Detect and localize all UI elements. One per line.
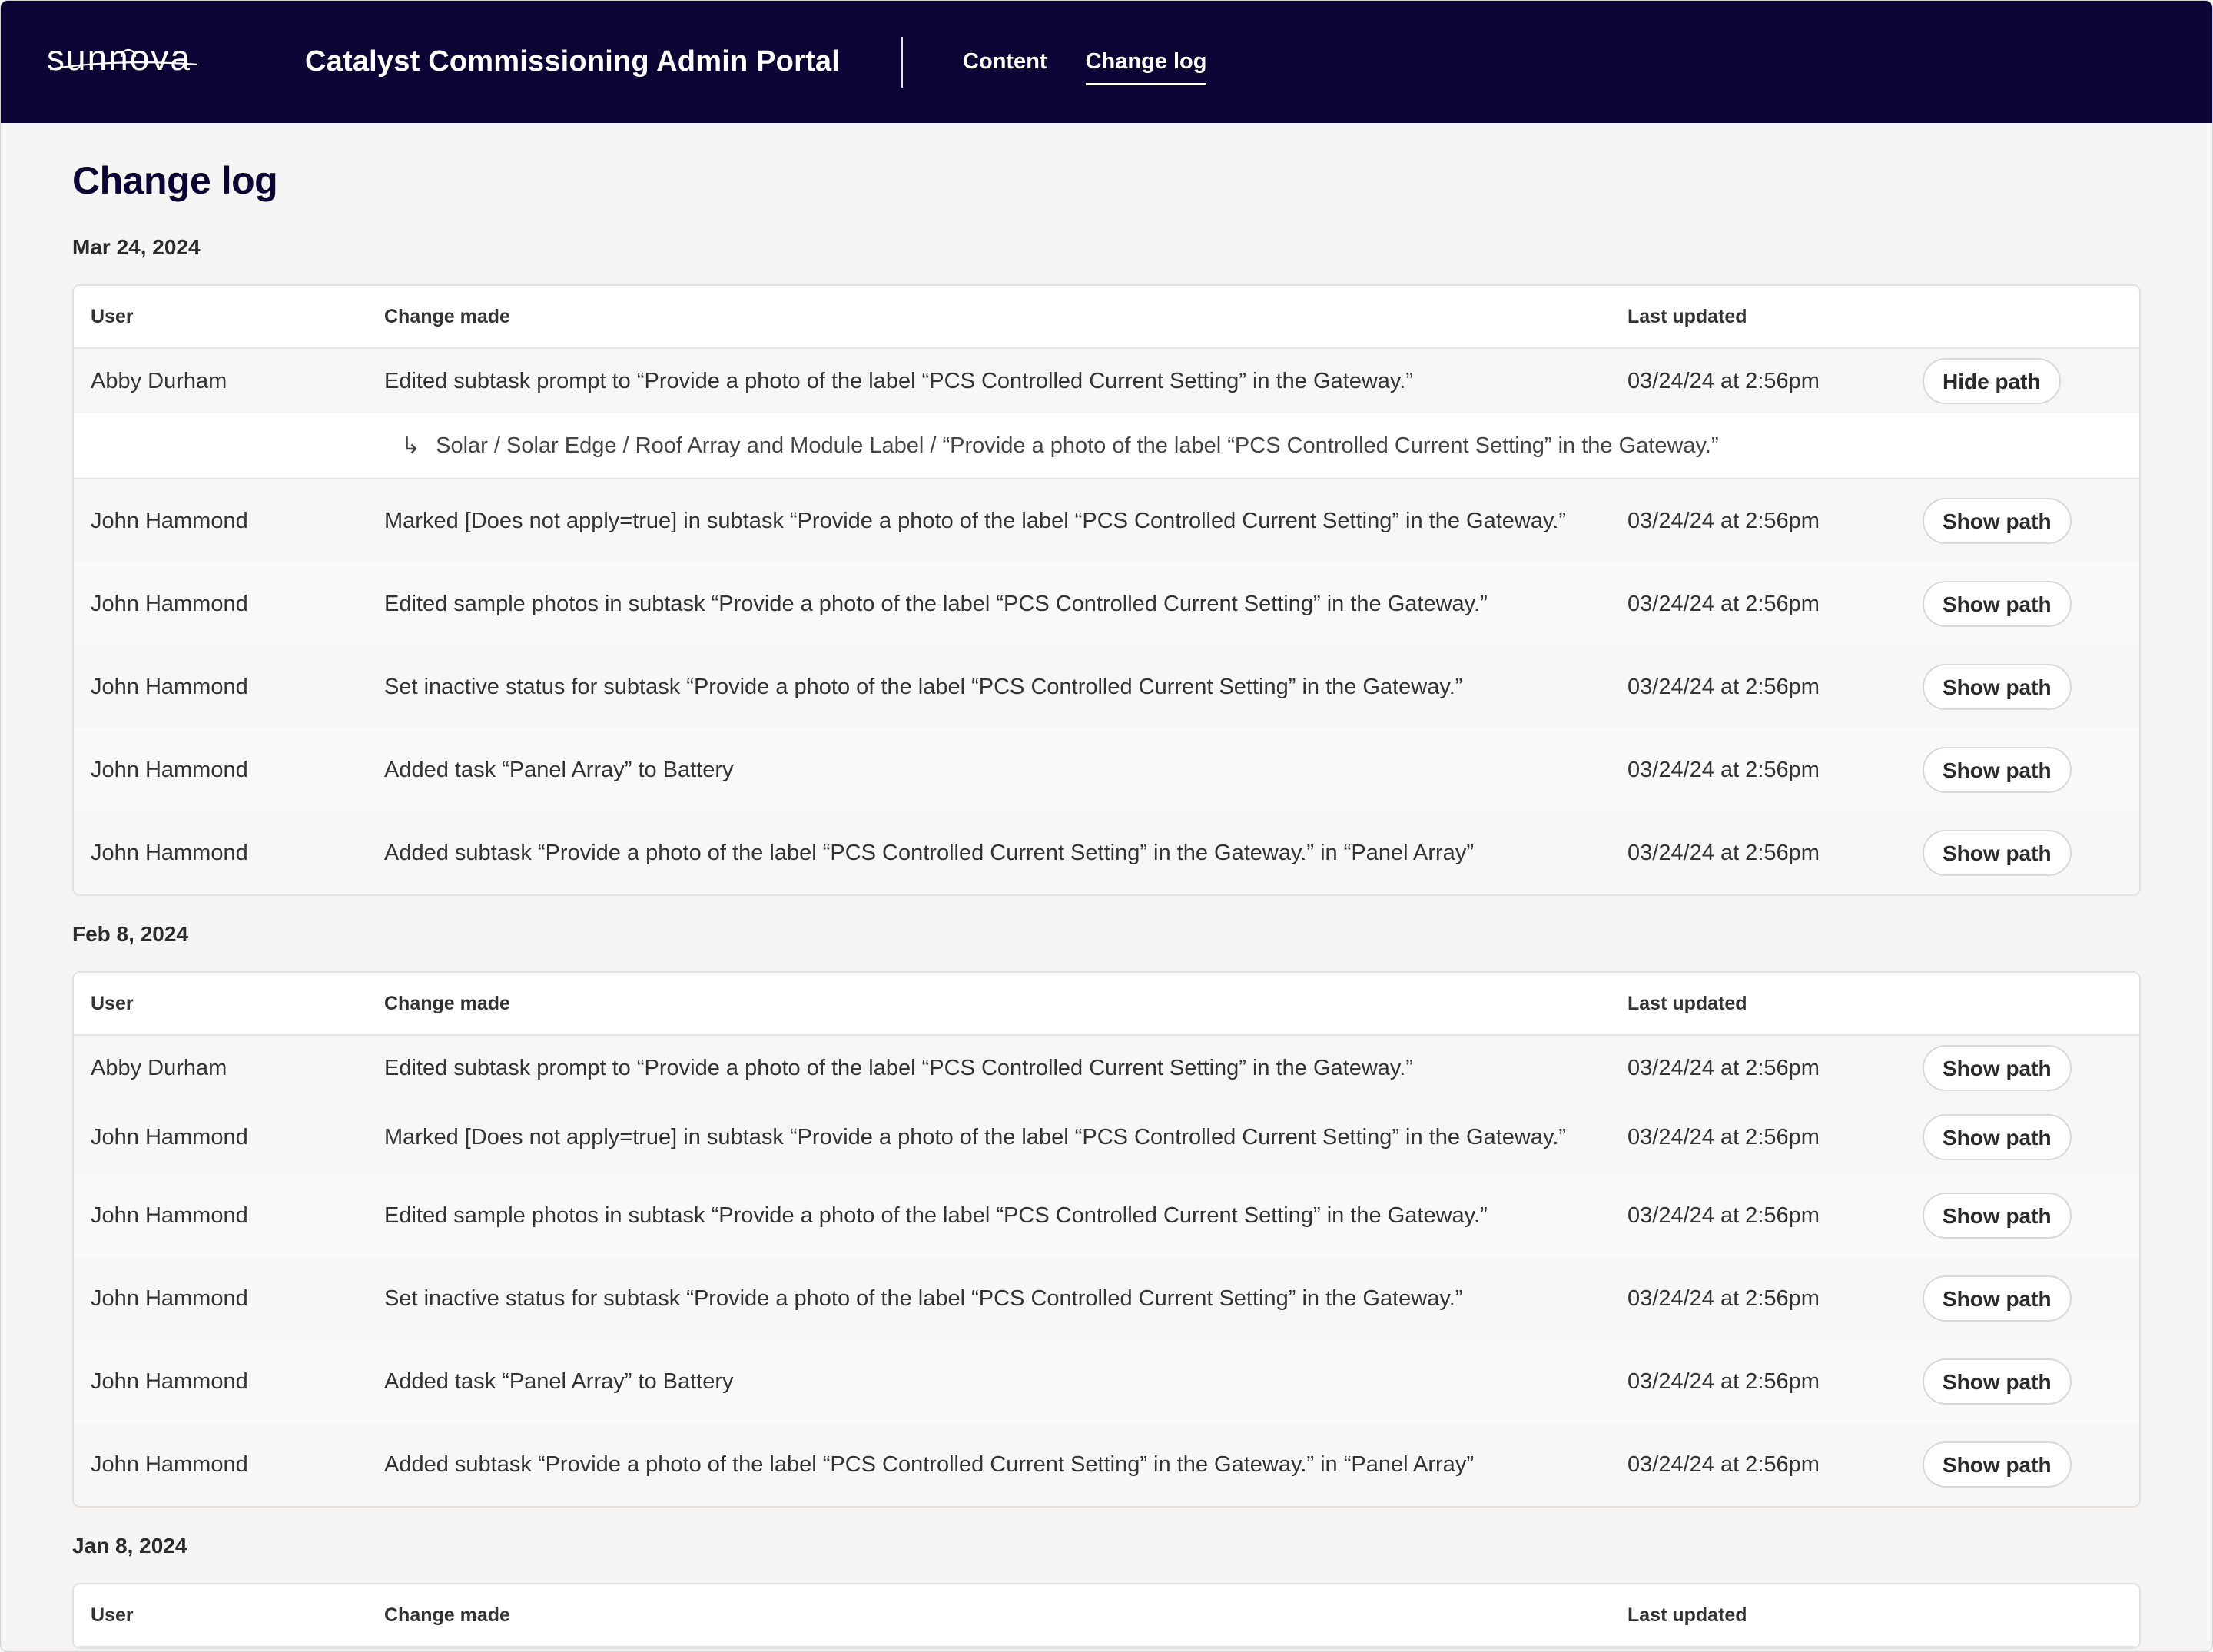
app-title: Catalyst Commissioning Admin Portal [305,45,841,78]
row-user: John Hammond [91,674,248,699]
group-date-heading: Feb 8, 2024 [72,922,188,946]
logo-text: sunnova [47,37,191,78]
row-change: Edited sample photos in subtask “Provide… [384,591,1488,616]
column-header-user: User [91,992,134,1014]
column-header-updated: Last updated [1627,1604,1747,1626]
row-updated: 03/24/24 at 2:56pm [1627,757,1820,782]
column-header-updated: Last updated [1627,305,1747,327]
path-text: Solar / Solar Edge / Roof Array and Modu… [436,433,1719,458]
show-path-button[interactable]: Show path [1923,1275,2072,1322]
show-path-button[interactable]: Show path [1923,830,2072,876]
row-updated: 03/24/24 at 2:56pm [1627,1285,1820,1311]
row-updated: 03/24/24 at 2:56pm [1627,1368,1820,1394]
table-row: John Hammond Added task “Panel Array” to… [74,728,2139,811]
table-row: John Hammond Marked [Does not apply=true… [74,479,2139,562]
row-change: Marked [Does not apply=true] in subtask … [384,1124,1567,1149]
column-header-updated: Last updated [1627,992,1747,1014]
table-row: John Hammond Added subtask “Provide a ph… [74,1423,2139,1506]
table-row: John Hammond Added subtask “Provide a ph… [74,811,2139,894]
row-change: Set inactive status for subtask “Provide… [384,674,1463,699]
row-user: John Hammond [91,1285,248,1311]
table-header: User Change made Last updated [74,973,2139,1036]
table-row: John Hammond Edited sample photos in sub… [74,562,2139,645]
group-date-heading: Jan 8, 2024 [72,1534,187,1557]
path-arrow-icon: ↳ [401,433,421,459]
show-path-button[interactable]: Show path [1923,1045,2072,1091]
row-updated: 03/24/24 at 2:56pm [1627,1203,1820,1228]
main-content: Change log Mar 24, 2024 User Change made… [1,158,2212,1649]
show-path-button[interactable]: Show path [1923,664,2072,710]
row-change: Set inactive status for subtask “Provide… [384,1285,1463,1311]
row-user: John Hammond [91,757,248,782]
column-header-change: Change made [384,1604,510,1626]
column-header-user: User [91,305,134,327]
row-change: Added subtask “Provide a photo of the la… [384,840,1474,865]
show-path-button[interactable]: Show path [1923,747,2072,793]
column-header-user: User [91,1604,134,1626]
row-user: John Hammond [91,591,248,616]
row-updated: 03/24/24 at 2:56pm [1627,591,1820,616]
path-row: ↳ Solar / Solar Edge / Roof Array and Mo… [74,413,2139,479]
row-change: Added task “Panel Array” to Battery [384,757,734,782]
header-divider [901,36,904,88]
row-user: Abby Durham [91,368,227,393]
show-path-button[interactable]: Show path [1923,1441,2072,1488]
row-updated: 03/24/24 at 2:56pm [1627,508,1820,533]
row-user: John Hammond [91,1368,248,1394]
column-header-change: Change made [384,305,510,327]
column-header-change: Change made [384,992,510,1014]
table-row: John Hammond Added task “Panel Array” to… [74,1340,2139,1423]
main-nav: Content Change log [963,1,1245,123]
table-header: User Change made Last updated [74,286,2139,349]
row-change: Added task “Panel Array” to Battery [384,1368,734,1394]
change-log-table: User Change made Last updated Abby Durha… [72,971,2141,1508]
row-user: John Hammond [91,1203,248,1228]
row-updated: 03/24/24 at 2:56pm [1627,674,1820,699]
row-user: Abby Durham [91,1055,227,1080]
row-updated: 03/24/24 at 2:56pm [1627,840,1820,865]
row-updated: 03/24/24 at 2:56pm [1627,1124,1820,1149]
change-log-table: User Change made Last updated Abby Durha… [72,284,2141,896]
row-change: Edited subtask prompt to “Provide a phot… [384,1055,1413,1080]
show-path-button[interactable]: Show path [1923,1114,2072,1160]
sunnova-logo[interactable]: sunnova [47,35,201,89]
table-row: Abby Durham Edited subtask prompt to “Pr… [74,1036,2139,1100]
app-window: sunnova Catalyst Commissioning Admin Por… [0,0,2213,1652]
show-path-button[interactable]: Show path [1923,498,2072,544]
show-path-button[interactable]: Show path [1923,1358,2072,1405]
hide-path-button[interactable]: Hide path [1923,358,2061,404]
top-navigation-bar: sunnova Catalyst Commissioning Admin Por… [1,1,2212,123]
row-change: Edited subtask prompt to “Provide a phot… [384,368,1413,393]
group-date-heading: Mar 24, 2024 [72,235,201,259]
page-title: Change log [72,159,278,202]
table-row: John Hammond Edited sample photos in sub… [74,1174,2139,1257]
table-row: Abby Durham Edited subtask prompt to “Pr… [74,349,2139,413]
row-user: John Hammond [91,1451,248,1477]
show-path-button[interactable]: Show path [1923,1193,2072,1239]
row-user: John Hammond [91,840,248,865]
table-header: User Change made Last updated [74,1584,2139,1647]
table-row: John Hammond Marked [Does not apply=true… [74,1100,2139,1174]
table-row: John Hammond Set inactive status for sub… [74,645,2139,728]
change-log-table: User Change made Last updated [72,1583,2141,1649]
table-row: John Hammond Set inactive status for sub… [74,1257,2139,1340]
row-change: Added subtask “Provide a photo of the la… [384,1451,1474,1477]
row-updated: 03/24/24 at 2:56pm [1627,368,1820,393]
row-updated: 03/24/24 at 2:56pm [1627,1055,1820,1080]
row-user: John Hammond [91,1124,248,1149]
row-change: Marked [Does not apply=true] in subtask … [384,508,1567,533]
show-path-button[interactable]: Show path [1923,581,2072,627]
row-user: John Hammond [91,508,248,533]
nav-change-log[interactable]: Change log [1085,43,1206,85]
row-updated: 03/24/24 at 2:56pm [1627,1451,1820,1477]
row-change: Edited sample photos in subtask “Provide… [384,1203,1488,1228]
nav-content[interactable]: Content [963,43,1047,81]
